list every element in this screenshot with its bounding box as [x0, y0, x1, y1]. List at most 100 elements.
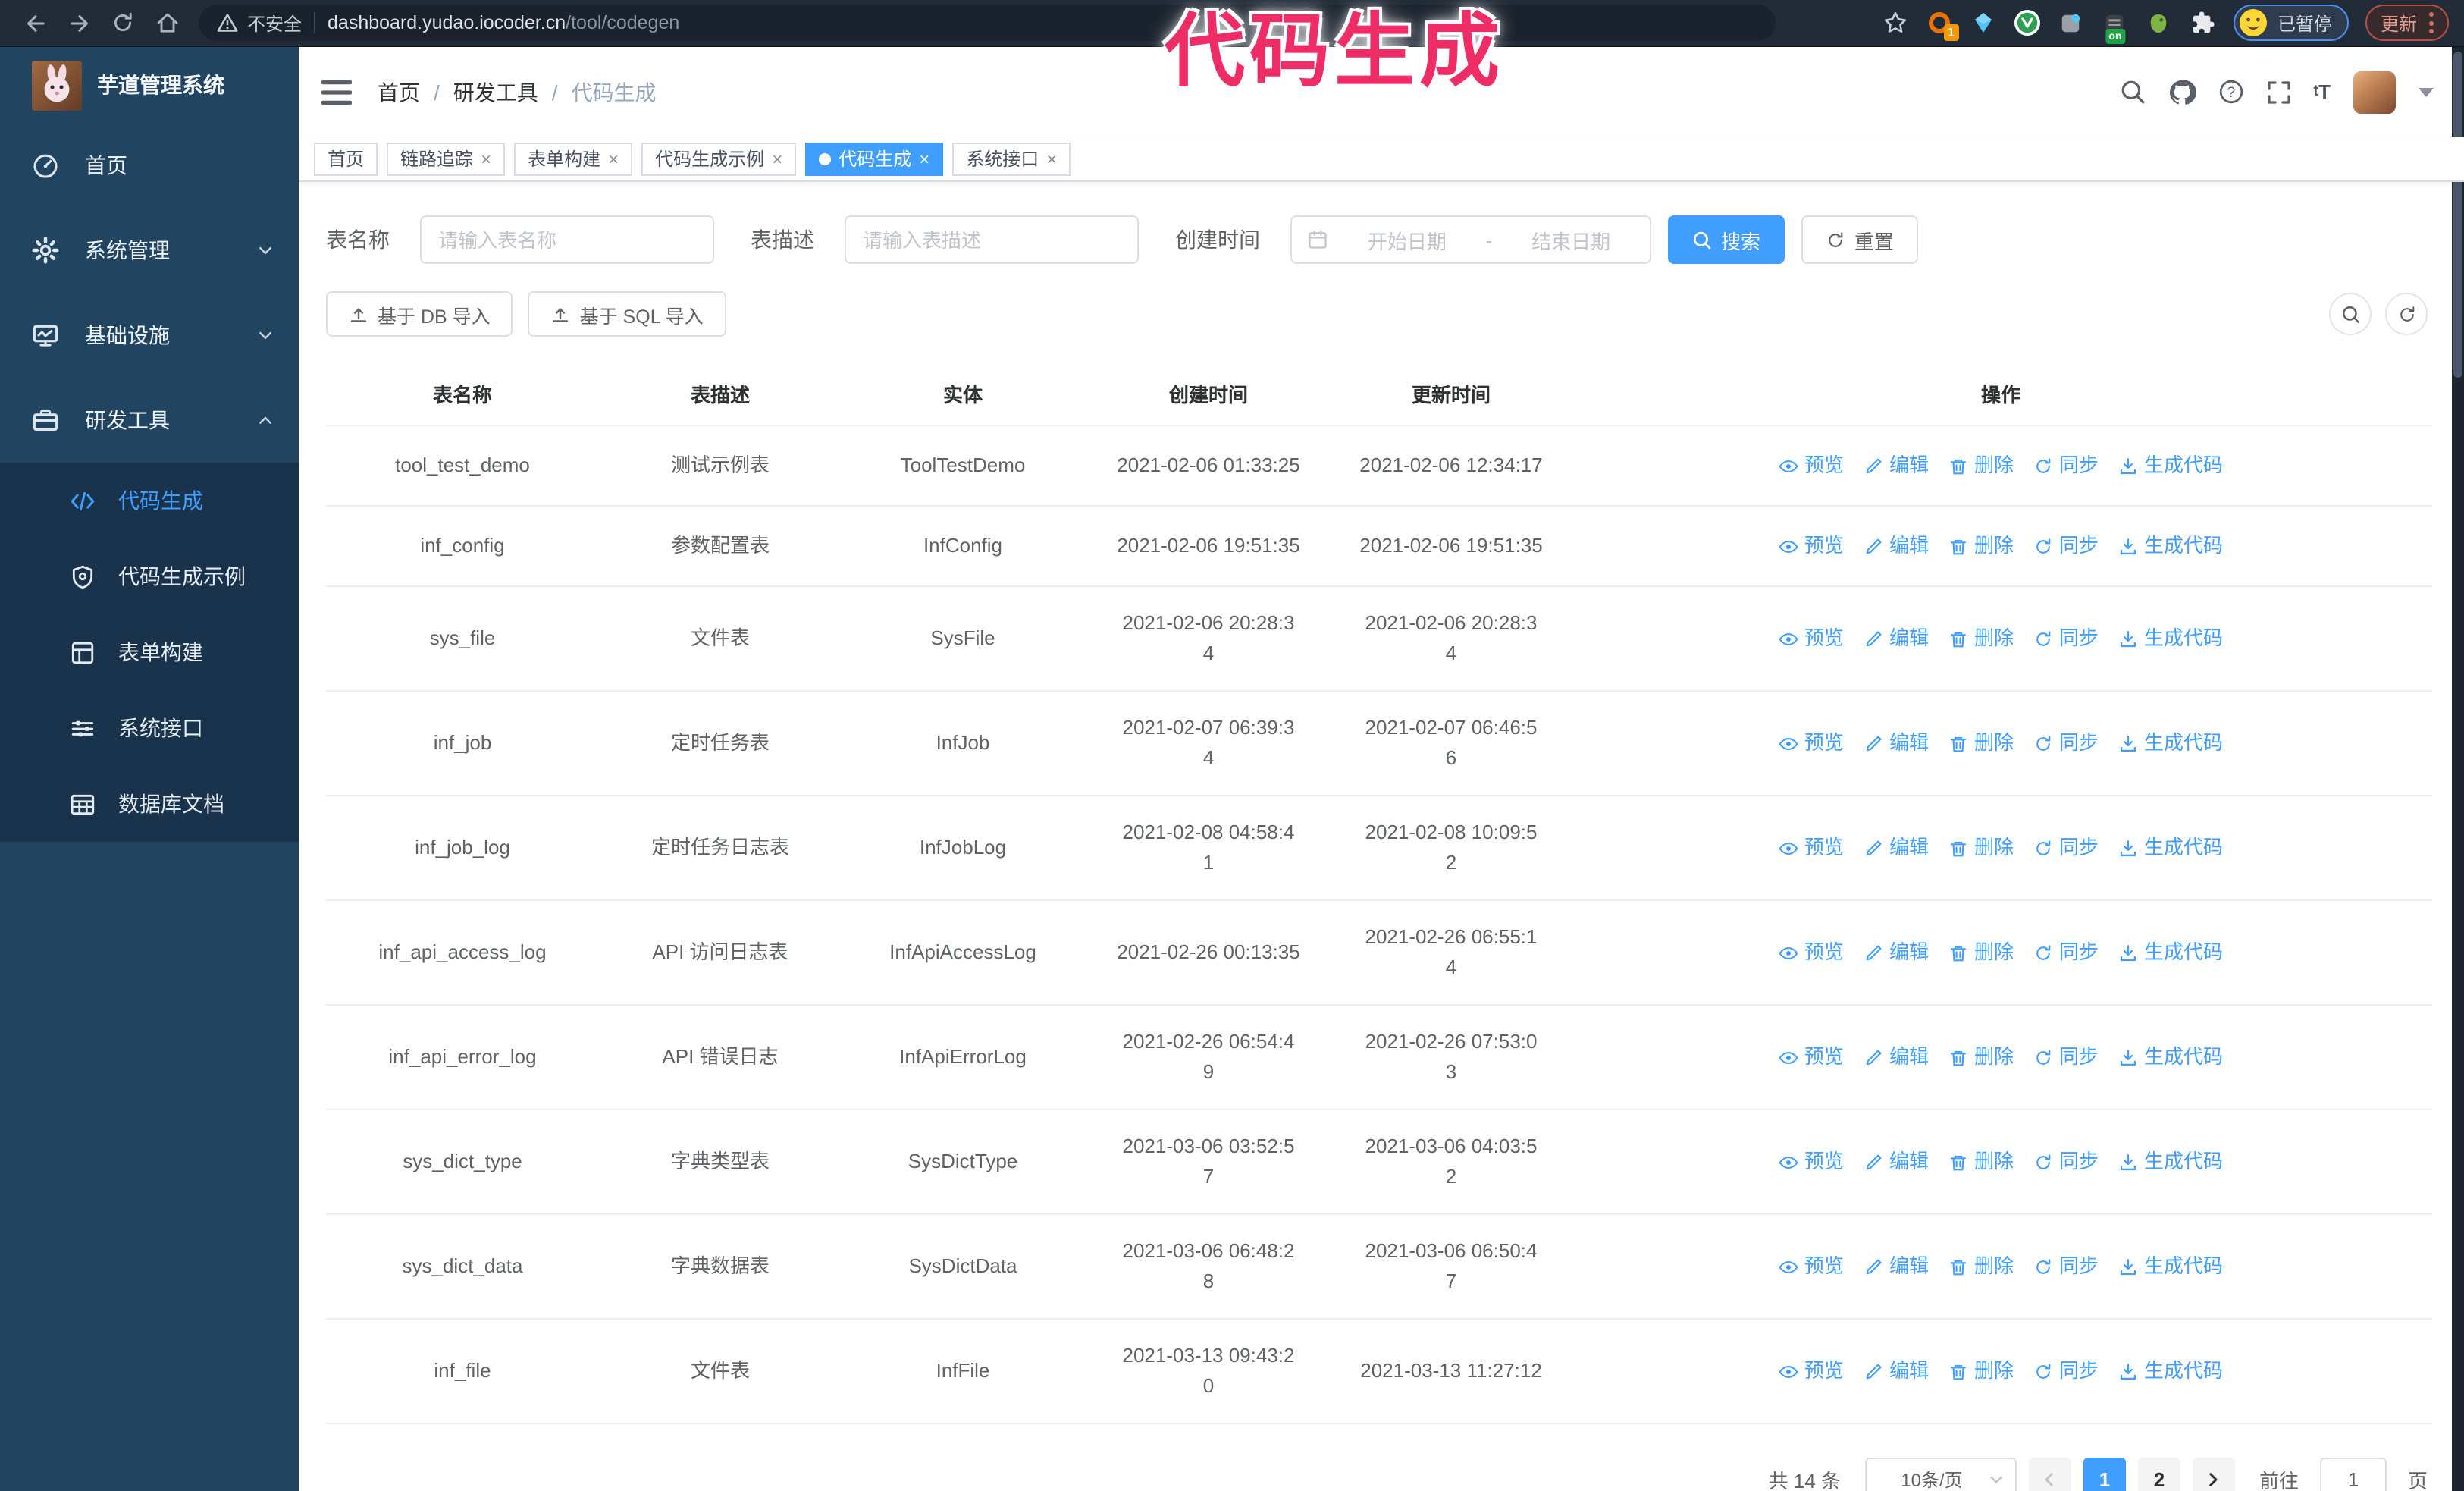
preview-link[interactable]: 预览 [1779, 937, 1844, 968]
preview-link[interactable]: 预览 [1779, 1356, 1844, 1386]
delete-link[interactable]: 删除 [1948, 623, 2014, 654]
sync-link[interactable]: 同步 [2033, 1356, 2099, 1386]
delete-link[interactable]: 删除 [1948, 833, 2014, 863]
import-sql-button[interactable]: 基于 SQL 导入 [528, 291, 726, 337]
generate-code-link[interactable]: 生成代码 [2118, 1356, 2223, 1386]
close-icon[interactable]: × [481, 149, 491, 168]
delete-link[interactable]: 删除 [1948, 531, 2014, 561]
edit-link[interactable]: 编辑 [1864, 623, 1929, 654]
extensions-puzzle-icon[interactable] [2190, 9, 2217, 36]
generate-code-link[interactable]: 生成代码 [2118, 531, 2223, 561]
delete-link[interactable]: 删除 [1948, 1042, 2014, 1072]
close-icon[interactable]: × [919, 149, 929, 168]
generate-code-link[interactable]: 生成代码 [2118, 623, 2223, 654]
browser-back-button[interactable] [15, 3, 55, 42]
sidebar-item-system-api[interactable]: 系统接口 [0, 690, 299, 766]
site-security-warning[interactable]: 不安全 [217, 10, 302, 36]
generate-code-link[interactable]: 生成代码 [2118, 1042, 2223, 1072]
edit-link[interactable]: 编辑 [1864, 531, 1929, 561]
sidebar-logo[interactable]: 芋道管理系统 [0, 47, 299, 123]
hamburger-icon[interactable] [321, 78, 352, 105]
page-scrollbar[interactable] [2452, 47, 2464, 1491]
delete-link[interactable]: 删除 [1948, 937, 2014, 968]
sync-link[interactable]: 同步 [2033, 728, 2099, 758]
breadcrumb-home[interactable]: 首页 [378, 77, 420, 107]
sync-link[interactable]: 同步 [2033, 450, 2099, 481]
edit-link[interactable]: 编辑 [1864, 728, 1929, 758]
font-size-icon[interactable]: tT [2313, 80, 2331, 103]
generate-code-link[interactable]: 生成代码 [2118, 1147, 2223, 1177]
browser-profile-button[interactable]: 已暂停 [2233, 5, 2349, 41]
preview-link[interactable]: 预览 [1779, 833, 1844, 863]
generate-code-link[interactable]: 生成代码 [2118, 833, 2223, 863]
sync-link[interactable]: 同步 [2033, 623, 2099, 654]
browser-update-button[interactable]: 更新 [2365, 5, 2449, 41]
refresh-table-button[interactable] [2385, 293, 2428, 335]
tab-system-api[interactable]: 系统接口 × [952, 142, 1071, 175]
sidebar-item-db-doc[interactable]: 数据库文档 [0, 766, 299, 842]
sync-link[interactable]: 同步 [2033, 833, 2099, 863]
preview-link[interactable]: 预览 [1779, 1042, 1844, 1072]
sync-link[interactable]: 同步 [2033, 1042, 2099, 1072]
github-icon[interactable] [2168, 78, 2196, 105]
scrollbar-thumb[interactable] [2453, 52, 2462, 378]
sidebar-item-form-builder[interactable]: 表单构建 [0, 614, 299, 690]
next-page-button[interactable] [2192, 1458, 2235, 1491]
preview-link[interactable]: 预览 [1779, 450, 1844, 481]
sidebar-item-dev-tools[interactable]: 研发工具 [0, 378, 299, 463]
extension-gray-icon[interactable] [2058, 9, 2085, 36]
browser-menu-icon[interactable] [2429, 12, 2434, 33]
user-avatar[interactable] [2353, 71, 2396, 113]
browser-reload-button[interactable] [103, 3, 143, 42]
page-size-select[interactable]: 10条/页 [1864, 1458, 2017, 1491]
generate-code-link[interactable]: 生成代码 [2118, 728, 2223, 758]
search-button[interactable]: 搜索 [1668, 215, 1785, 264]
edit-link[interactable]: 编辑 [1864, 1042, 1929, 1072]
sidebar-item-system[interactable]: 系统管理 [0, 208, 299, 293]
edit-link[interactable]: 编辑 [1864, 1251, 1929, 1282]
table-desc-input[interactable] [845, 215, 1139, 264]
edit-link[interactable]: 编辑 [1864, 833, 1929, 863]
edit-link[interactable]: 编辑 [1864, 1356, 1929, 1386]
delete-link[interactable]: 删除 [1948, 1356, 2014, 1386]
import-db-button[interactable]: 基于 DB 导入 [326, 291, 513, 337]
toggle-search-button[interactable] [2329, 293, 2372, 335]
close-icon[interactable]: × [772, 149, 782, 168]
sync-link[interactable]: 同步 [2033, 937, 2099, 968]
sync-link[interactable]: 同步 [2033, 1147, 2099, 1177]
delete-link[interactable]: 删除 [1948, 1251, 2014, 1282]
sidebar-item-infra[interactable]: 基础设施 [0, 293, 299, 378]
browser-forward-button[interactable] [59, 3, 99, 42]
generate-code-link[interactable]: 生成代码 [2118, 450, 2223, 481]
preview-link[interactable]: 预览 [1779, 728, 1844, 758]
sync-link[interactable]: 同步 [2033, 1251, 2099, 1282]
extension-green-creature-icon[interactable] [2146, 9, 2173, 36]
close-icon[interactable]: × [608, 149, 619, 168]
generate-code-link[interactable]: 生成代码 [2118, 937, 2223, 968]
tab-home[interactable]: 首页 [314, 142, 378, 175]
tab-codegen-example[interactable]: 代码生成示例 × [641, 142, 797, 175]
close-icon[interactable]: × [1046, 149, 1057, 168]
edit-link[interactable]: 编辑 [1864, 450, 1929, 481]
page-number-1[interactable]: 1 [2083, 1458, 2126, 1491]
extension-gem-icon[interactable] [1970, 9, 1997, 36]
browser-home-button[interactable] [147, 3, 187, 42]
reset-button[interactable]: 重置 [1801, 215, 1919, 264]
delete-link[interactable]: 删除 [1948, 1147, 2014, 1177]
address-bar[interactable]: 不安全 dashboard.yudao.iocoder.cn/tool/code… [199, 5, 1776, 41]
goto-page-input[interactable] [2319, 1458, 2387, 1491]
date-range-picker[interactable]: 开始日期 - 结束日期 [1290, 215, 1651, 264]
prev-page-button[interactable] [2028, 1458, 2071, 1491]
extension-dark-on-icon[interactable]: on [2102, 9, 2129, 44]
sidebar-item-home[interactable]: 首页 [0, 123, 299, 208]
header-search-icon[interactable] [2119, 79, 2145, 105]
tab-tracing[interactable]: 链路追踪 × [387, 142, 506, 175]
preview-link[interactable]: 预览 [1779, 1251, 1844, 1282]
preview-link[interactable]: 预览 [1779, 623, 1844, 654]
sync-link[interactable]: 同步 [2033, 531, 2099, 561]
extension-green-v-icon[interactable] [2014, 9, 2041, 36]
delete-link[interactable]: 删除 [1948, 450, 2014, 481]
preview-link[interactable]: 预览 [1779, 1147, 1844, 1177]
page-number-2[interactable]: 2 [2137, 1458, 2180, 1491]
extension-orange-icon[interactable]: 1 [1926, 9, 1959, 41]
